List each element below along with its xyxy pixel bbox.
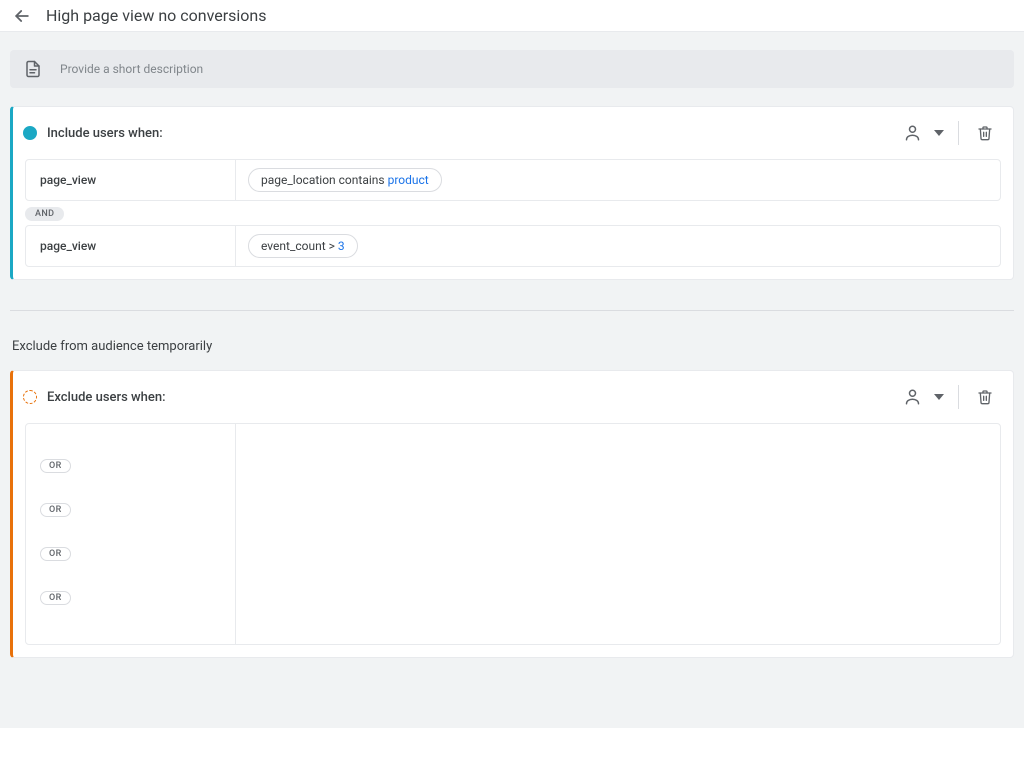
include-header: Include users when: (13, 107, 1013, 159)
exclude-bullet-icon (23, 390, 37, 404)
or-connector-badge: OR (40, 591, 71, 605)
caret-down-icon (934, 392, 944, 402)
or-connector-badge: OR (40, 503, 71, 517)
chip-value: product (388, 173, 429, 187)
exclude-header: Exclude users when: (13, 371, 1013, 423)
trash-icon (977, 125, 993, 141)
chip-prefix: event_count > (261, 239, 335, 253)
condition-chip[interactable]: page_location contains product (248, 168, 442, 192)
caret-down-icon (934, 128, 944, 138)
description-input[interactable]: Provide a short description (10, 50, 1014, 88)
exclude-title: Exclude users when: (47, 390, 900, 405)
user-scope-button[interactable] (900, 119, 928, 147)
chip-prefix: page_location contains (261, 173, 385, 187)
description-placeholder: Provide a short description (60, 62, 203, 76)
condition-chip[interactable]: event_count > 3 (248, 234, 358, 258)
exclude-condition-event-cell (26, 600, 236, 644)
delete-include-button[interactable] (971, 119, 999, 147)
condition-event-name: page_view (26, 226, 236, 266)
divider (958, 385, 959, 409)
person-icon (905, 124, 923, 142)
connector-badge: AND (25, 207, 64, 221)
description-icon (24, 60, 42, 78)
section-separator (10, 310, 1014, 311)
exclude-condition-box: OR OR OR OR (25, 423, 1001, 645)
arrow-left-icon (12, 6, 32, 26)
include-card: Include users when: page_view pa (10, 106, 1014, 280)
user-scope-caret[interactable] (932, 119, 946, 147)
user-scope-caret[interactable] (932, 383, 946, 411)
divider (958, 121, 959, 145)
or-connector-badge: OR (40, 459, 71, 473)
include-title: Include users when: (47, 126, 900, 141)
condition-event-name: page_view (26, 160, 236, 200)
page-title: High page view no conversions (46, 6, 267, 25)
include-condition-row[interactable]: page_view event_count > 3 (25, 225, 1001, 267)
back-button[interactable] (12, 6, 32, 26)
exclude-condition-row[interactable] (26, 468, 1000, 512)
exclude-condition-row[interactable] (26, 556, 1000, 600)
trash-icon (977, 389, 993, 405)
person-icon (905, 388, 923, 406)
exclude-condition-row[interactable] (26, 424, 1000, 468)
or-connector-badge: OR (40, 547, 71, 561)
connector-and: AND (25, 205, 1001, 221)
include-bullet-icon (23, 126, 37, 140)
exclude-condition-row[interactable] (26, 512, 1000, 556)
exclude-card: Exclude users when: OR OR OR OR (10, 370, 1014, 658)
exclude-heading: Exclude from audience temporarily (12, 339, 1014, 354)
delete-exclude-button[interactable] (971, 383, 999, 411)
include-condition-row[interactable]: page_view page_location contains product (25, 159, 1001, 201)
exclude-condition-row[interactable] (26, 600, 1000, 644)
chip-value: 3 (338, 239, 345, 253)
app-header: High page view no conversions (0, 0, 1024, 32)
user-scope-button[interactable] (900, 383, 928, 411)
